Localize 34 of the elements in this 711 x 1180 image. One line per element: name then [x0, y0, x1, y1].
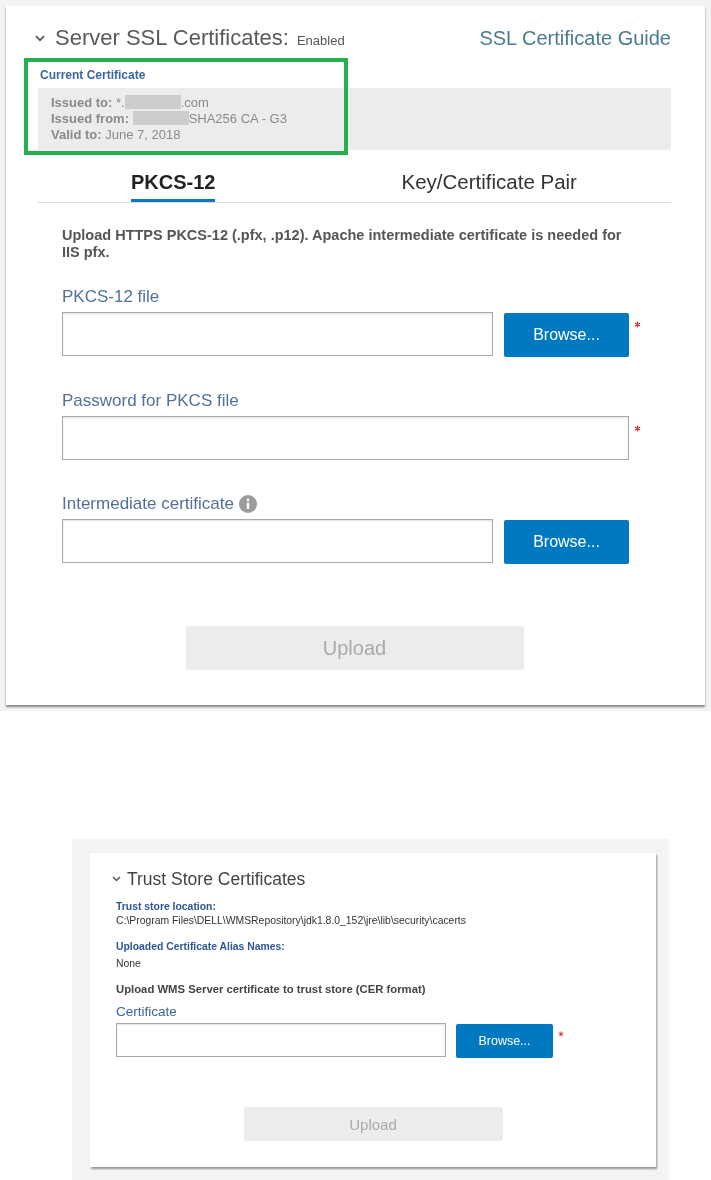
section-title: Server SSL Certificates: [55, 25, 289, 51]
browse-button[interactable]: Browse... [504, 313, 629, 357]
field-label: Intermediate certificate [62, 494, 234, 513]
browse-button[interactable]: Browse... [456, 1024, 553, 1058]
info-value: C:\Program Files\DELL\WMSRepository\jdk1.8.0_152\jre\lib\security\cacerts [116, 914, 466, 928]
chevron-down-icon[interactable] [35, 34, 45, 42]
browse-button[interactable]: Browse... [504, 520, 629, 564]
section-title: Trust Store Certificates [127, 868, 306, 890]
detail-value: .com [180, 95, 209, 110]
tab[interactable]: Key/Certificate Pair [401, 170, 577, 202]
tab[interactable]: PKCS-12 [131, 170, 216, 202]
status-label: Enabled [296, 33, 345, 48]
info-icon[interactable] [238, 494, 257, 513]
detail-value: June 7, 2018 [105, 127, 181, 142]
detail-value: *. [116, 95, 125, 110]
guide-link[interactable]: SSL Certificate Guide [479, 25, 671, 51]
info-label: Uploaded Certificate Alias Names: [116, 940, 285, 954]
password-field[interactable] [62, 416, 629, 460]
info-value: None [116, 957, 141, 971]
description-text: Upload HTTPS PKCS-12 (.pfx, .p12). Apache intermediate certificate is needed for IIS pfx. [62, 227, 623, 261]
chevron-down-icon[interactable] [112, 876, 121, 882]
field-label: Password for PKCS file [62, 391, 239, 410]
file-path-field[interactable] [62, 519, 493, 563]
detail-label: Issued to: [51, 95, 113, 110]
field-label: Certificate [116, 1003, 177, 1020]
certificate-heading: Current Certificate [40, 68, 146, 83]
detail-label: Valid to: [51, 127, 102, 142]
field-label: PKCS-12 file [62, 287, 160, 306]
detail-label: Issued from: [51, 111, 129, 126]
instruction-text: Upload WMS Server certificate to trust store (CER format) [116, 982, 426, 997]
info-label: Trust store location: [116, 900, 216, 914]
file-path-field[interactable] [62, 312, 493, 356]
detail-value: SHA256 CA - G3 [188, 111, 287, 126]
file-path-field[interactable] [116, 1023, 446, 1057]
